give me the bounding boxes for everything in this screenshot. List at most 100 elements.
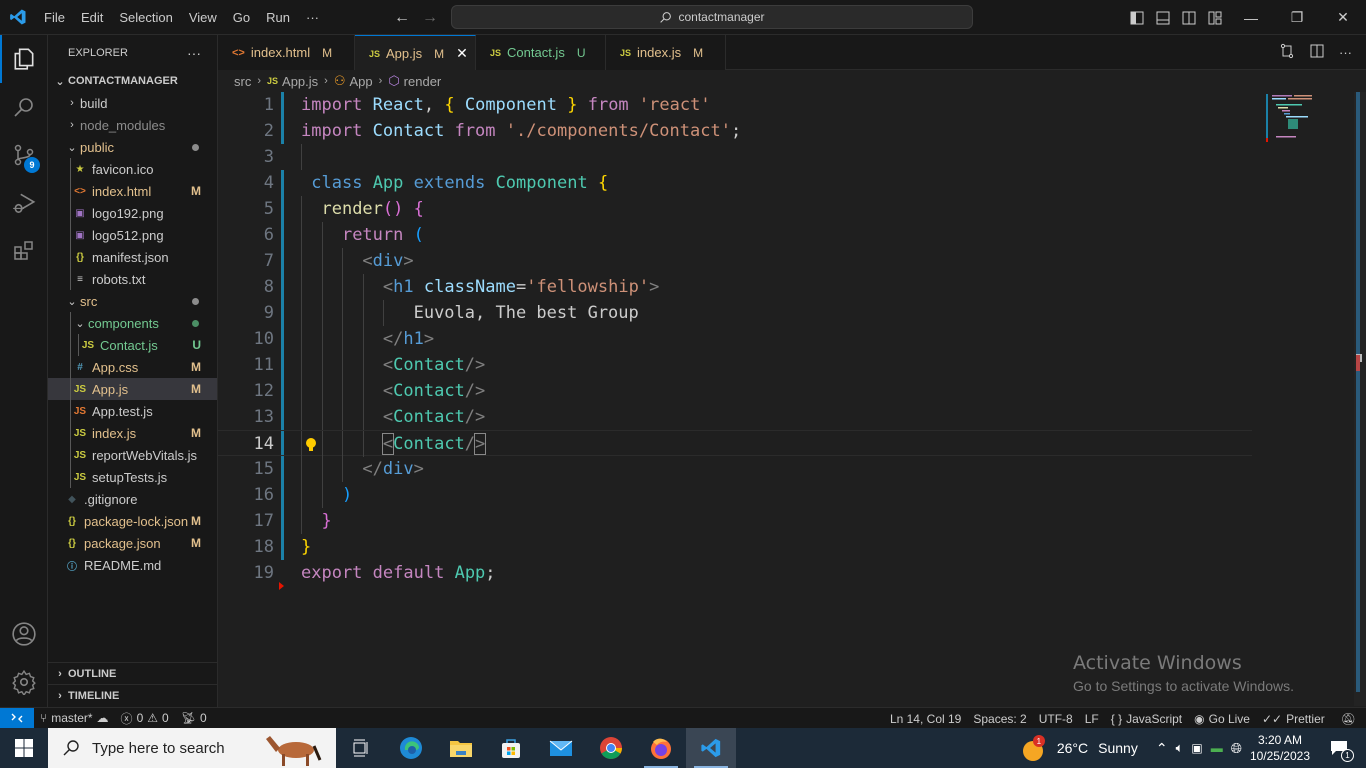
menu-edit[interactable]: Edit [73,0,111,35]
open-changes-icon[interactable] [1279,43,1295,62]
code-line[interactable]: 2 import Contact from './components/Conta… [218,118,1252,144]
toggle-secondary-sidebar-icon[interactable] [1176,0,1202,35]
language-mode[interactable]: { } JavaScript [1105,708,1188,729]
encoding[interactable]: UTF-8 [1033,708,1079,729]
tree-folder[interactable]: ⌄ public [48,136,217,158]
code-line[interactable]: 8 <h1 className='fellowship'> [218,274,1252,300]
code-line[interactable]: 15 </div> [218,456,1252,482]
taskbar-search[interactable]: Type here to search [48,728,336,768]
run-debug-icon[interactable] [0,179,48,227]
split-editor-icon[interactable] [1309,43,1325,62]
close-tab-icon[interactable]: ✕ [456,45,468,62]
ports-status[interactable]: 📡︎ 0 [175,708,213,729]
action-center-icon[interactable]: 1 [1324,728,1354,768]
firefox-icon[interactable] [636,728,686,768]
tab-index-html[interactable]: <> index.html M [218,35,355,70]
tree-file[interactable]: <> index.html M [48,180,217,202]
windows-start-icon[interactable] [0,728,48,768]
restore-button[interactable]: ❐ [1274,0,1320,35]
tree-file[interactable]: ★ favicon.ico [48,158,217,180]
close-window-button[interactable]: ✕ [1320,0,1366,35]
tree-file[interactable]: {} package-lock.json M [48,510,217,532]
meet-now-icon[interactable]: ▣ [1191,741,1202,755]
tree-file[interactable]: {} manifest.json [48,246,217,268]
tree-folder[interactable]: ⌄ components [48,312,217,334]
code-line[interactable]: 7 <div> [218,248,1252,274]
tree-file[interactable]: ◆ .gitignore [48,488,217,510]
microsoft-store-icon[interactable] [486,728,536,768]
code-line[interactable]: 19 export default App; [218,560,1252,586]
more-actions-icon[interactable]: ··· [1339,45,1352,60]
breadcrumb-folder[interactable]: src [234,74,251,89]
volume-icon[interactable]: 🔈︎ [1176,740,1184,756]
forward-arrow-icon[interactable]: → [422,9,438,27]
end-of-line[interactable]: LF [1079,708,1105,729]
code-line[interactable]: 5 render() { [218,196,1252,222]
explorer-icon[interactable] [0,35,48,83]
code-line[interactable]: 4 class App extends Component { [218,170,1252,196]
tree-file[interactable]: JS setupTests.js [48,466,217,488]
menu-file[interactable]: File [36,0,73,35]
code-line[interactable]: 17 } [218,508,1252,534]
remote-indicator-icon[interactable] [0,707,34,729]
tab-index-js[interactable]: JS index.js M [606,35,726,70]
tree-file[interactable]: ▣ logo192.png [48,202,217,224]
code-line[interactable]: 3 [218,144,1252,170]
vertical-scrollbar[interactable] [1354,92,1366,706]
network-globe-icon[interactable]: 🌐︎ [1231,740,1242,757]
code-line[interactable]: 11 <Contact/> [218,352,1252,378]
code-line[interactable]: 18} [218,534,1252,560]
back-arrow-icon[interactable]: ← [394,9,410,27]
breadcrumb-file[interactable]: App.js [282,74,318,89]
outline-section[interactable]: › OUTLINE [48,662,218,684]
go-live-button[interactable]: ◉ Go Live [1188,708,1256,729]
menu-view[interactable]: View [181,0,225,35]
tree-folder[interactable]: › build [48,92,217,114]
tree-file[interactable]: ≡ robots.txt [48,268,217,290]
code-line[interactable]: 12 <Contact/> [218,378,1252,404]
code-line[interactable]: 14 <Contact/> [218,430,1252,457]
code-line[interactable]: 10 </h1> [218,326,1252,352]
tree-file[interactable]: ▣ logo512.png [48,224,217,246]
tree-file[interactable]: JS Contact.js U [48,334,217,356]
task-view-icon[interactable] [336,728,386,768]
extensions-icon[interactable] [0,227,48,275]
search-icon[interactable] [0,83,48,131]
menu-run[interactable]: Run [258,0,298,35]
chrome-icon[interactable] [586,728,636,768]
code-line[interactable]: 16 ) [218,482,1252,508]
accounts-icon[interactable] [0,610,48,658]
tab-contact-js[interactable]: JS Contact.js U [476,35,606,70]
breadcrumb-method[interactable]: render [404,74,442,89]
tree-folder[interactable]: › node_modules [48,114,217,136]
show-hidden-icons-chevron-icon[interactable]: ⌃ [1156,740,1168,757]
project-folder-header[interactable]: ⌄ CONTACTMANAGER [48,70,217,92]
manage-gear-icon[interactable] [0,658,48,706]
code-line[interactable]: 9 Euvola, The best Group [218,300,1252,326]
problems-status[interactable]: ⓧ 0 ⚠ 0 [115,708,175,729]
tree-folder[interactable]: ⌄ src [48,290,217,312]
minimize-button[interactable]: — [1228,0,1274,35]
file-explorer-icon[interactable] [436,728,486,768]
breadcrumb-class[interactable]: App [350,74,373,89]
source-control-icon[interactable]: 9 [0,131,48,179]
toggle-panel-icon[interactable] [1150,0,1176,35]
toggle-primary-sidebar-icon[interactable] [1124,0,1150,35]
clock[interactable]: 3:20 AM 10/25/2023 [1250,732,1310,764]
timeline-section[interactable]: › TIMELINE [48,684,218,706]
tree-file[interactable]: JS App.js M [48,378,217,400]
tree-file[interactable]: JS reportWebVitals.js [48,444,217,466]
command-center-search[interactable]: contactmanager [451,5,973,29]
notifications-bell-icon[interactable]: 🔕︎ [1331,708,1366,729]
edge-icon[interactable] [386,728,436,768]
code-line[interactable]: 1 import React, { Component } from 'react… [218,92,1252,118]
prettier-status[interactable]: ✓✓ Prettier [1256,708,1331,729]
tree-file[interactable]: JS App.test.js [48,400,217,422]
tree-file[interactable]: # App.css M [48,356,217,378]
battery-charging-icon[interactable]: ▬ [1211,741,1223,755]
menu-selection[interactable]: Selection [111,0,180,35]
menu-go[interactable]: Go [225,0,258,35]
weather-desc[interactable]: Sunny [1098,740,1138,756]
vscode-icon[interactable] [686,728,736,768]
indentation[interactable]: Spaces: 2 [967,708,1032,729]
